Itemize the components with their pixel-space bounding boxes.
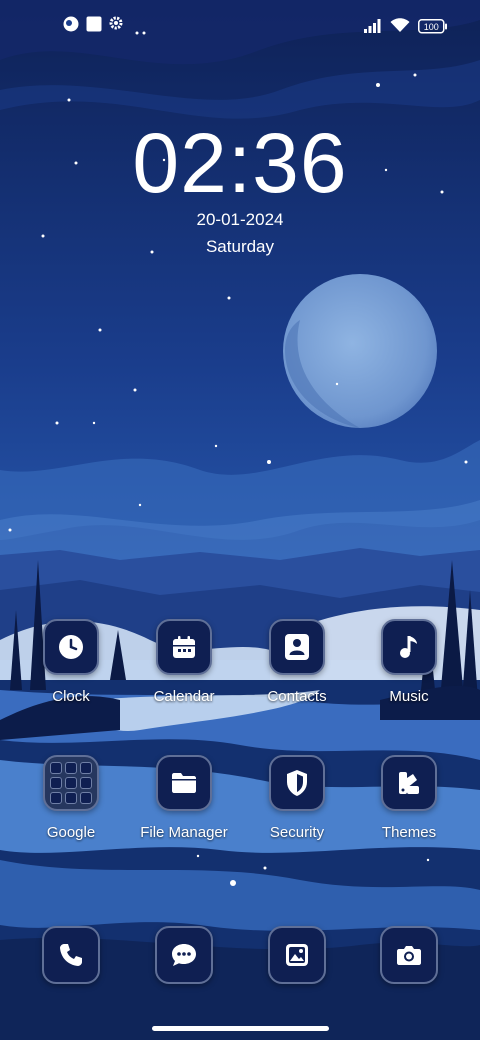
camera-icon[interactable] — [380, 926, 438, 984]
mini-app-icon — [80, 777, 92, 789]
dock-phone[interactable] — [15, 926, 127, 984]
messages-icon[interactable] — [155, 926, 213, 984]
shield-icon[interactable] — [269, 755, 325, 811]
dock-camera[interactable] — [353, 926, 465, 984]
app-label: Music — [389, 688, 429, 705]
more-dots-icon — [135, 22, 147, 40]
app-label: Themes — [381, 824, 437, 841]
app-label: Google — [46, 824, 96, 841]
gallery-icon[interactable] — [268, 926, 326, 984]
battery-level: 100 — [424, 22, 439, 32]
google-folder-icon[interactable] — [43, 755, 99, 811]
phone-icon[interactable] — [42, 926, 100, 984]
app-google-folder[interactable]: Google — [15, 755, 127, 841]
clock-date: 20-01-2024 — [196, 210, 284, 229]
app-themes[interactable]: Themes — [353, 755, 465, 841]
app-file-manager[interactable]: File Manager — [128, 755, 240, 841]
home-indicator[interactable] — [152, 1026, 329, 1031]
app-calendar[interactable]: Calendar — [128, 619, 240, 705]
mini-app-icon — [65, 777, 77, 789]
contacts-icon[interactable] — [269, 619, 325, 675]
app-music[interactable]: Music — [353, 619, 465, 705]
dock-messages[interactable] — [128, 926, 240, 984]
mini-app-icon — [50, 762, 62, 774]
app-label: Calendar — [153, 688, 215, 705]
profile-dot-icon — [63, 16, 79, 37]
app-clock[interactable]: Clock — [15, 619, 127, 705]
battery-icon: 100 — [418, 19, 448, 39]
mini-app-icon — [50, 792, 62, 804]
app-label: Contacts — [267, 688, 327, 705]
app-label: Clock — [52, 688, 90, 705]
app-contacts[interactable]: Contacts — [241, 619, 353, 705]
app-security[interactable]: Security — [241, 755, 353, 841]
mini-app-icon — [80, 792, 92, 804]
settings-gear-icon — [109, 16, 123, 35]
clock-icon[interactable] — [43, 619, 99, 675]
folder-grid — [50, 762, 92, 804]
mini-app-icon — [65, 762, 77, 774]
music-note-icon[interactable] — [381, 619, 437, 675]
folder-icon[interactable] — [156, 755, 212, 811]
mini-app-icon — [50, 777, 62, 789]
app-label: Security — [269, 824, 325, 841]
screenshot-square-icon — [86, 16, 102, 37]
app-label: File Manager — [140, 824, 228, 841]
mini-app-icon — [65, 792, 77, 804]
wifi-icon — [390, 17, 410, 38]
clock-day: Saturday — [205, 237, 275, 256]
dock-gallery[interactable] — [241, 926, 353, 984]
cellular-signal-icon — [364, 19, 384, 38]
clock-time[interactable]: 02:36 — [0, 118, 480, 208]
mini-app-icon — [80, 762, 92, 774]
themes-icon[interactable] — [381, 755, 437, 811]
status-bar: 100 — [0, 16, 480, 40]
calendar-icon[interactable] — [156, 619, 212, 675]
